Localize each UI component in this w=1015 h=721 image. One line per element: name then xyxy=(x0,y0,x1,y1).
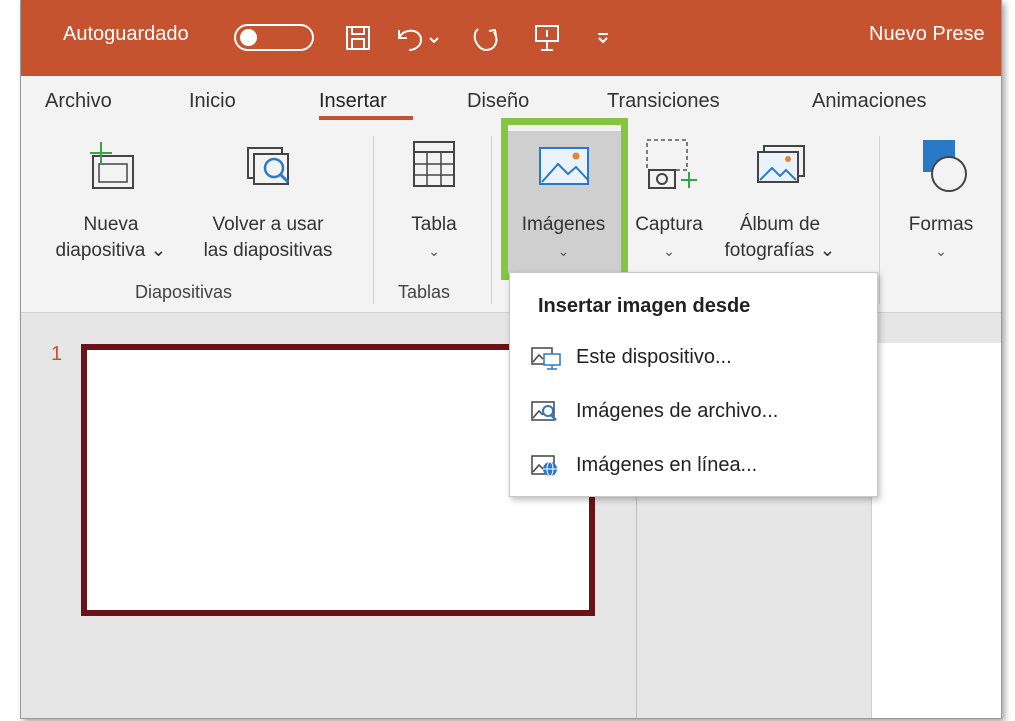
table-icon xyxy=(413,141,455,187)
title-bar: Autoguardado Nuevo Prese xyxy=(21,0,1001,76)
document-title: Nuevo Prese xyxy=(869,23,985,45)
autosave-toggle[interactable] xyxy=(234,24,314,51)
menu-item-stock-images[interactable]: Imágenes de archivo... xyxy=(530,391,860,431)
group-label-tablas: Tablas xyxy=(398,282,451,302)
reuse-slides-label-1: Volver a usar xyxy=(212,214,324,235)
new-slide-label-2: diapositiva ⌄ xyxy=(55,240,167,261)
screenshot-dropdown-chevron-icon: ⌄ xyxy=(663,243,675,259)
group-label-diapositivas: Diapositivas xyxy=(135,282,233,302)
tab-animaciones[interactable]: Animaciones xyxy=(812,90,927,113)
new-slide-icon xyxy=(90,142,134,189)
table-dropdown-chevron-icon: ⌄ xyxy=(428,243,440,259)
table-label: Tabla xyxy=(411,214,457,235)
powerpoint-window: Autoguardado Nuevo Prese Archivo Inicio … xyxy=(20,0,1002,719)
tab-insertar[interactable]: Insertar xyxy=(319,90,387,113)
shapes-dropdown-chevron-icon: ⌄ xyxy=(935,243,947,259)
tab-transiciones[interactable]: Transiciones xyxy=(607,90,720,113)
tab-inicio[interactable]: Inicio xyxy=(189,90,236,113)
photo-album-label-2: fotografías ⌄ xyxy=(724,240,836,261)
toggle-knob xyxy=(240,29,257,46)
customize-qat-icon[interactable] xyxy=(593,22,613,54)
slide-number: 1 xyxy=(51,343,63,365)
device-image-icon xyxy=(531,347,561,370)
shapes-icon xyxy=(923,140,967,192)
reuse-slides-label-2: las diapositivas xyxy=(203,240,333,261)
highlight-box xyxy=(501,118,628,280)
undo-icon[interactable] xyxy=(395,22,441,54)
photo-album-label-1: Álbum de xyxy=(739,214,821,235)
new-slide-button[interactable]: Nueva diapositiva ⌄ xyxy=(41,134,181,264)
redo-icon[interactable] xyxy=(471,22,501,54)
photo-album-button[interactable]: Álbum de fotografías ⌄ xyxy=(715,134,845,264)
screenshot-icon xyxy=(646,139,697,189)
shapes-label: Formas xyxy=(908,214,974,235)
tab-diseno[interactable]: Diseño xyxy=(467,90,529,113)
photo-album-icon xyxy=(757,145,805,183)
menu-item-this-device[interactable]: Este dispositivo... xyxy=(530,337,860,377)
group-separator xyxy=(879,136,880,304)
screenshot-button[interactable]: Captura ⌄ xyxy=(623,134,715,264)
screenshot-label: Captura xyxy=(635,214,703,235)
presentation-icon[interactable] xyxy=(532,22,562,54)
menu-item-label: Imágenes de archivo... xyxy=(576,399,779,422)
online-image-icon xyxy=(531,455,557,477)
menu-item-label: Este dispositivo... xyxy=(576,345,732,368)
menu-item-label: Imágenes en línea... xyxy=(576,453,758,476)
group-separator xyxy=(491,136,492,304)
stock-image-icon xyxy=(531,401,557,421)
save-icon[interactable] xyxy=(343,22,373,54)
menu-item-online-images[interactable]: Imágenes en línea... xyxy=(530,445,860,485)
new-slide-label-1: Nueva xyxy=(83,214,139,235)
tab-archivo[interactable]: Archivo xyxy=(45,90,112,113)
group-separator xyxy=(373,136,374,304)
slide-canvas[interactable] xyxy=(871,343,1001,718)
autosave-label: Autoguardado xyxy=(63,23,189,45)
active-tab-indicator xyxy=(319,116,413,120)
reuse-slides-icon xyxy=(247,147,290,185)
table-button[interactable]: Tabla ⌄ xyxy=(389,134,479,264)
insert-image-menu: Insertar imagen desde Este dispositivo..… xyxy=(509,272,878,497)
shapes-button[interactable]: Formas ⌄ xyxy=(891,134,991,264)
menu-heading: Insertar imagen desde xyxy=(538,295,751,317)
reuse-slides-button[interactable]: Volver a usar las diapositivas xyxy=(183,134,353,264)
